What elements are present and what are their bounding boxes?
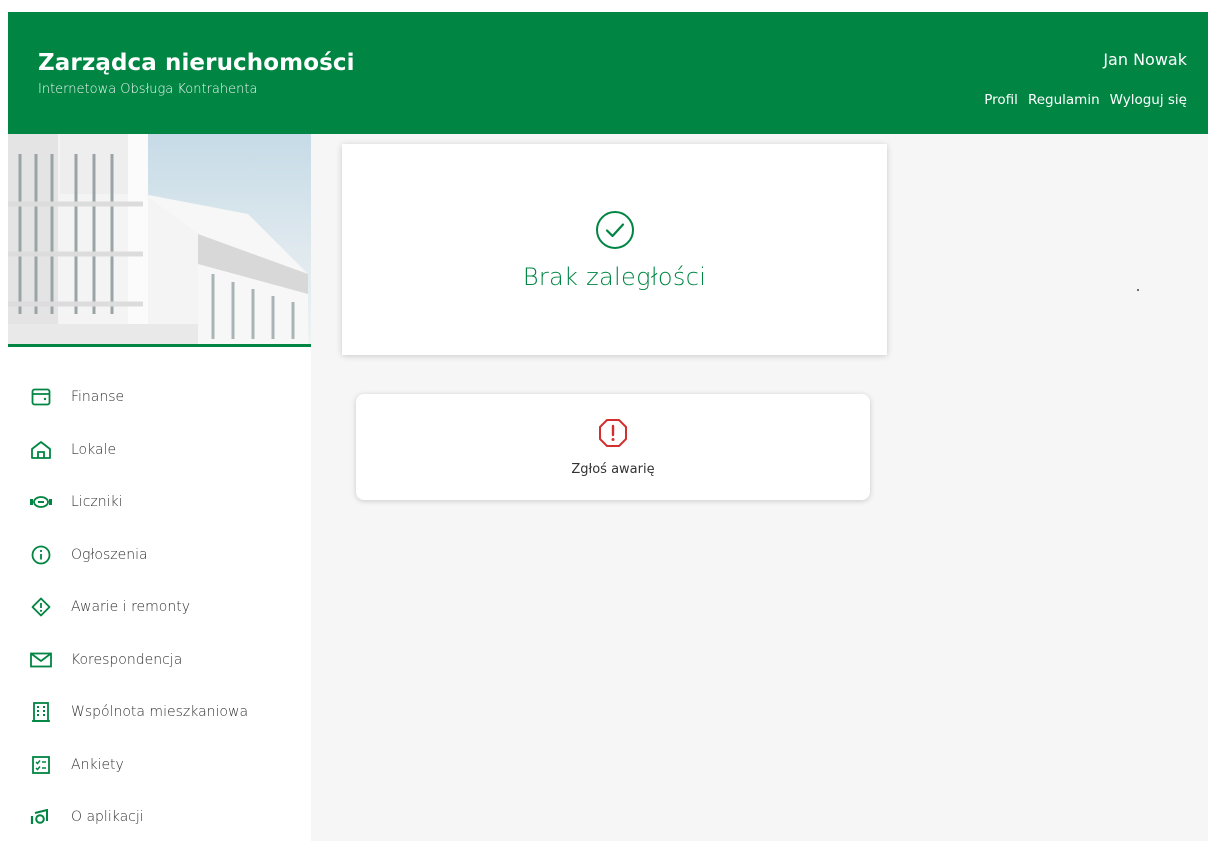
warning-octagon-icon <box>598 418 628 452</box>
checklist-icon <box>30 754 52 776</box>
sidebar-item-wspolnota[interactable]: Wspólnota mieszkaniowa <box>8 686 311 739</box>
sidebar-nav: Finanse Lokale Liczniki Ogłoszenia Awari… <box>8 371 311 844</box>
sidebar-item-o-aplikacji[interactable]: O aplikacji <box>8 791 311 844</box>
info-icon <box>30 544 52 566</box>
sidebar-item-label: Wspólnota mieszkaniowa <box>71 704 249 721</box>
sidebar-item-label: Awarie i remonty <box>71 599 190 616</box>
meter-icon <box>30 491 52 513</box>
status-text: Brak zaległości <box>522 262 707 291</box>
sidebar-item-label: Lokale <box>71 441 117 458</box>
debt-status-card: Brak zaległości <box>342 144 887 355</box>
building-photo <box>8 134 311 347</box>
sidebar-item-finanse[interactable]: Finanse <box>8 371 311 424</box>
about-app-icon <box>30 806 52 828</box>
sidebar-item-label: O aplikacji <box>71 809 144 826</box>
report-failure-label: Zgłoś awarię <box>571 461 655 477</box>
home-icon <box>30 439 52 461</box>
sidebar-item-awarie[interactable]: Awarie i remonty <box>8 581 311 634</box>
check-circle-icon <box>594 209 636 255</box>
building-icon <box>30 701 52 723</box>
wallet-icon <box>30 386 52 408</box>
top-header: Zarządca nieruchomości Internetowa Obsłu… <box>8 12 1208 134</box>
sidebar-item-lokale[interactable]: Lokale <box>8 424 311 477</box>
sidebar-item-liczniki[interactable]: Liczniki <box>8 476 311 529</box>
logout-link[interactable]: Wyloguj się <box>1110 92 1187 108</box>
sidebar-item-label: Liczniki <box>71 494 123 511</box>
sidebar-item-label: Finanse <box>71 389 125 406</box>
report-failure-button[interactable]: Zgłoś awarię <box>356 394 870 500</box>
app-subtitle: Internetowa Obsługa Kontrahenta <box>38 82 258 97</box>
sidebar-item-label: Ogłoszenia <box>71 546 148 563</box>
sidebar: Finanse Lokale Liczniki Ogłoszenia Awari… <box>8 134 311 841</box>
sidebar-item-label: Ankiety <box>71 756 124 773</box>
warning-octagon-icon <box>30 596 52 618</box>
stray-dot <box>1137 289 1139 291</box>
header-links: Profil Regulamin Wyloguj się <box>984 92 1187 108</box>
app-title: Zarządca nieruchomości <box>38 50 355 76</box>
terms-link[interactable]: Regulamin <box>1028 92 1100 108</box>
envelope-icon <box>30 649 52 671</box>
sidebar-item-ogloszenia[interactable]: Ogłoszenia <box>8 529 311 582</box>
sidebar-item-korespondencja[interactable]: Korespondencja <box>8 634 311 687</box>
main-content: Brak zaległości Zgłoś awarię <box>311 134 1208 841</box>
sidebar-item-label: Korespondencja <box>71 651 183 668</box>
profile-link[interactable]: Profil <box>984 92 1018 108</box>
sidebar-item-ankiety[interactable]: Ankiety <box>8 739 311 792</box>
user-name: Jan Nowak <box>1103 50 1187 69</box>
